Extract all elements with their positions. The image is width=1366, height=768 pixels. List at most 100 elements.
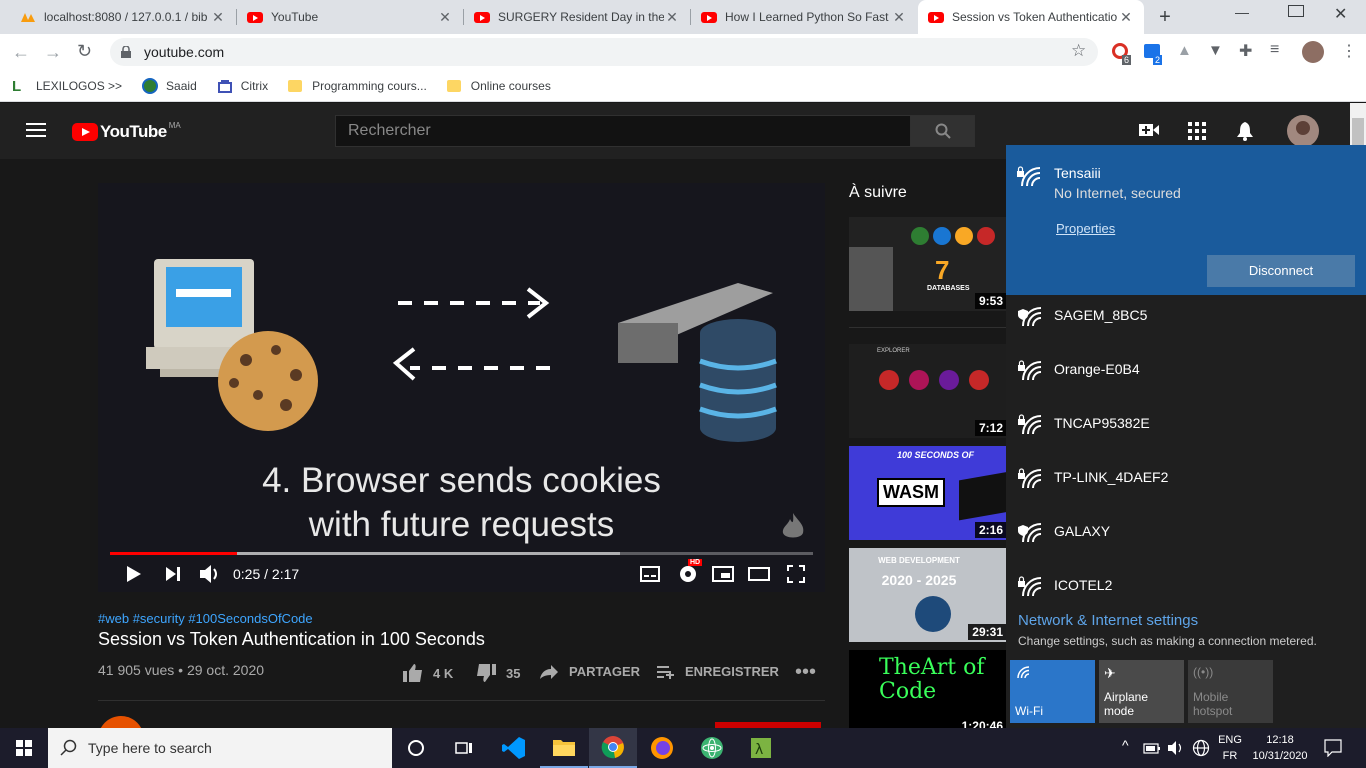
new-tab-button[interactable]: + (1154, 6, 1176, 28)
firefox-icon[interactable] (638, 728, 686, 768)
theater-mode-icon[interactable] (748, 567, 770, 581)
hamburger-menu-icon[interactable] (26, 122, 46, 138)
avatars-art (879, 370, 989, 390)
app-launcher-icon[interactable]: λ (737, 728, 785, 768)
airplane-mode-toggle[interactable]: ✈ Airplane mode (1099, 660, 1184, 723)
show-hidden-icons[interactable]: ^ (1122, 737, 1129, 753)
network-item[interactable]: ICOTEL2 (1006, 558, 1366, 612)
scrollbar-thumb[interactable] (1352, 118, 1364, 146)
task-view-icon[interactable] (440, 728, 488, 768)
bookmark-lexilogos[interactable]: L LEXILOGOS >> (12, 78, 122, 95)
back-icon[interactable]: ← (12, 42, 30, 63)
miniplayer-icon[interactable] (712, 566, 734, 582)
up-next-thumbnail[interactable]: 7 DATABASES 9:53 (849, 217, 1009, 311)
close-icon[interactable]: ✕ (891, 9, 907, 26)
bookmark-online-courses[interactable]: Online courses (446, 78, 551, 94)
quick-action-label: Mobile hotspot (1193, 690, 1233, 718)
network-item[interactable]: Orange-E0B4 (1006, 342, 1366, 396)
file-explorer-icon[interactable] (540, 728, 588, 768)
apps-grid-icon[interactable] (1188, 122, 1206, 145)
next-video-icon[interactable] (166, 567, 180, 581)
properties-link[interactable]: Properties (1056, 221, 1115, 236)
account-avatar[interactable] (1287, 115, 1319, 147)
disconnect-button[interactable]: Disconnect (1207, 255, 1355, 287)
input-language-indicator[interactable]: ENG FR (1214, 732, 1246, 764)
network-settings-link[interactable]: Network & Internet settings (1018, 612, 1198, 629)
cortana-icon[interactable] (392, 728, 440, 768)
video-title: Session vs Token Authentication in 100 S… (98, 629, 485, 649)
close-icon[interactable]: ✕ (210, 9, 226, 26)
address-bar[interactable]: youtube.com (110, 38, 1098, 66)
network-item[interactable]: GALAXY (1006, 504, 1366, 558)
bookmark-citrix[interactable]: Citrix (217, 78, 268, 94)
globe-icon (142, 77, 159, 94)
search-button[interactable] (910, 115, 975, 147)
up-next-thumbnail[interactable]: EXPLORER 7:12 (849, 344, 1009, 438)
atom-icon[interactable] (688, 728, 736, 768)
tab-surgery-video[interactable]: SURGERY Resident Day in the L ✕ (464, 0, 690, 34)
keyboard-layout: FR (1222, 750, 1238, 762)
fullscreen-icon[interactable] (787, 565, 805, 583)
profile-avatar[interactable] (1302, 41, 1324, 63)
bookmark-programming-courses[interactable]: Programming cours... (288, 78, 427, 94)
like-button[interactable]: 4 K (403, 664, 453, 682)
media-queue-icon[interactable]: ≡ (1270, 41, 1279, 59)
network-item[interactable]: SAGEM_8BC5 (1006, 288, 1366, 342)
up-next-thumbnail[interactable]: WEB DEVELOPMENT 2020 - 2025 29:31 (849, 548, 1009, 642)
battery-icon[interactable] (1143, 741, 1161, 755)
network-item[interactable]: TP-LINK_4DAEF2 (1006, 450, 1366, 504)
forward-icon[interactable]: → (44, 42, 62, 63)
puzzle-icon[interactable]: ✚ (1239, 41, 1252, 61)
save-button[interactable]: ENREGISTRER (657, 664, 779, 679)
tab-session-token-video[interactable]: Session vs Token Authenticatio ✕ (918, 0, 1144, 34)
network-item[interactable]: TNCAP95382E (1006, 396, 1366, 450)
mobile-hotspot-toggle[interactable]: ((•)) Mobile hotspot (1188, 660, 1273, 723)
youtube-logo[interactable]: YouTube MA (72, 121, 181, 142)
network-name: TNCAP95382E (1054, 415, 1150, 431)
tab-youtube[interactable]: YouTube ✕ (237, 0, 463, 34)
create-video-icon[interactable] (1139, 123, 1159, 142)
window-close-icon[interactable]: ✕ (1334, 4, 1347, 24)
clock[interactable]: 12:18 10/31/2020 (1247, 732, 1313, 764)
dislike-button[interactable]: 35 (476, 664, 520, 682)
windows-start-button[interactable] (0, 728, 48, 768)
thumb-caption: 2020 - 2025 (881, 572, 957, 588)
bookmark-star-icon[interactable]: ☆ (1071, 41, 1086, 61)
up-next-thumbnail[interactable]: 100 SECONDS OF WASM 2:16 (849, 446, 1009, 540)
phpmyadmin-icon (20, 9, 36, 25)
share-button[interactable]: PARTAGER (540, 664, 640, 679)
lock-icon[interactable] (121, 45, 131, 58)
volume-icon[interactable] (199, 564, 221, 584)
restore-icon[interactable] (1288, 5, 1304, 17)
action-center-icon[interactable] (1324, 739, 1342, 757)
settings-gear-icon[interactable] (678, 564, 698, 584)
close-icon[interactable]: ✕ (1118, 9, 1134, 26)
close-icon[interactable]: ✕ (664, 9, 680, 26)
play-icon[interactable] (126, 566, 142, 582)
close-icon[interactable]: ✕ (437, 9, 453, 26)
laptop-art (959, 471, 1009, 521)
speaker-icon[interactable] (1167, 740, 1185, 756)
up-next-thumbnail[interactable]: TheArt of Code 1:20:46 (849, 650, 1009, 728)
taskbar-search-box[interactable]: Type here to search (48, 728, 392, 768)
drive-icon[interactable]: ▲ (1177, 42, 1192, 59)
vue-icon[interactable]: ▼ (1208, 42, 1223, 59)
tab-python-video[interactable]: How I Learned Python So Fast ✕ (691, 0, 917, 34)
video-hashtags[interactable]: #web #security #100SecondsOfCode (98, 611, 313, 626)
vscode-icon[interactable] (490, 728, 538, 768)
more-actions-icon[interactable]: ••• (795, 662, 816, 682)
chrome-icon[interactable] (589, 728, 637, 768)
network-globe-icon[interactable] (1192, 739, 1210, 757)
wifi-toggle[interactable]: Wi-Fi (1010, 660, 1095, 723)
channel-avatar[interactable] (98, 716, 144, 728)
search-input[interactable]: Rechercher (335, 115, 911, 147)
reload-icon[interactable]: ↻ (77, 41, 92, 62)
video-player[interactable]: 4. Browser sends cookies with future req… (98, 183, 825, 592)
bookmark-saaid[interactable]: Saaid (142, 77, 197, 94)
chrome-menu-icon[interactable]: ⋮ (1341, 41, 1357, 61)
progress-bar-played[interactable] (110, 552, 237, 555)
minimize-icon[interactable]: — (1235, 4, 1259, 20)
tab-phpmyadmin[interactable]: localhost:8080 / 127.0.0.1 / bib ✕ (10, 0, 236, 34)
subtitles-icon[interactable] (640, 566, 660, 582)
notifications-bell-icon[interactable] (1236, 121, 1254, 146)
